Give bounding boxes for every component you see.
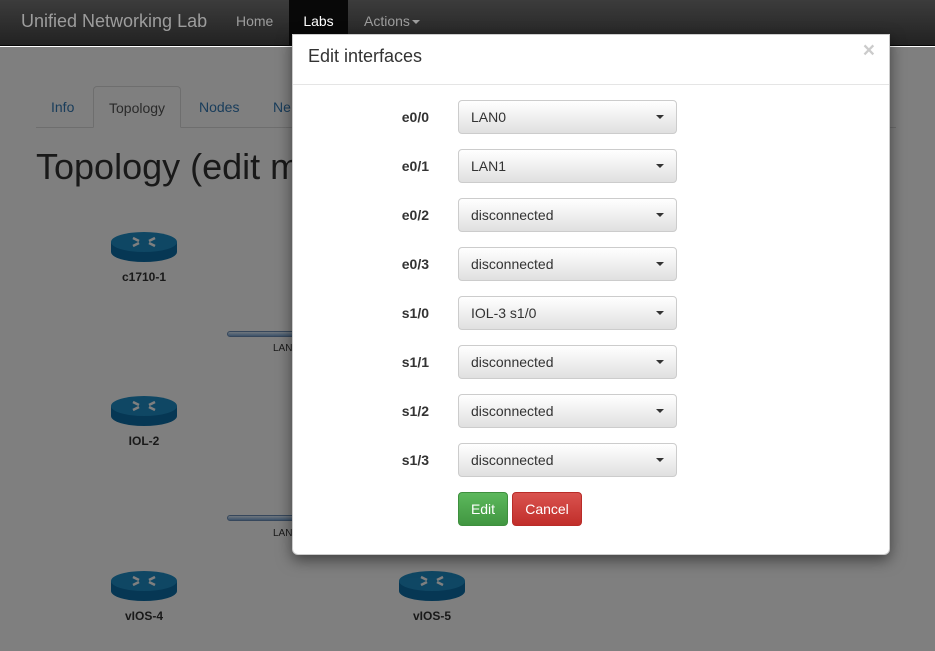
interface-row: e0/0 LAN0	[293, 100, 889, 134]
chevron-down-icon	[656, 213, 664, 217]
interface-label: s1/2	[401, 403, 429, 419]
interface-select[interactable]: disconnected	[458, 198, 677, 232]
edit-button[interactable]: Edit	[458, 492, 508, 526]
chevron-down-icon	[656, 360, 664, 364]
interface-row: e0/1 LAN1	[293, 149, 889, 183]
select-value: disconnected	[471, 452, 554, 468]
chevron-down-icon	[656, 115, 664, 119]
interface-label: e0/0	[401, 109, 429, 125]
select-value: IOL-3 s1/0	[471, 305, 537, 321]
interface-label: s1/3	[401, 452, 429, 468]
interface-row: s1/0 IOL-3 s1/0	[293, 296, 889, 330]
interface-select[interactable]: IOL-3 s1/0	[458, 296, 677, 330]
interface-select[interactable]: disconnected	[458, 443, 677, 477]
interface-select[interactable]: disconnected	[458, 247, 677, 281]
interface-label: s1/0	[401, 305, 429, 321]
chevron-down-icon	[656, 311, 664, 315]
interface-select[interactable]: disconnected	[458, 345, 677, 379]
interface-select[interactable]: LAN1	[458, 149, 677, 183]
chevron-down-icon	[656, 262, 664, 266]
modal-header: Edit interfaces ×	[293, 35, 889, 85]
edit-interfaces-modal: Edit interfaces × e0/0 LAN0 e0/1 LAN1 e0…	[292, 34, 890, 555]
select-value: LAN1	[471, 158, 507, 174]
chevron-down-icon	[656, 458, 664, 462]
cancel-button[interactable]: Cancel	[512, 492, 582, 526]
interface-row: e0/3 disconnected	[293, 247, 889, 281]
select-value: disconnected	[471, 207, 554, 223]
select-value: disconnected	[471, 354, 554, 370]
interface-row: s1/3 disconnected	[293, 443, 889, 477]
interface-row: e0/2 disconnected	[293, 198, 889, 232]
nav-actions-label: Actions	[364, 13, 410, 29]
chevron-down-icon	[656, 164, 664, 168]
chevron-down-icon	[411, 20, 420, 25]
interface-select[interactable]: disconnected	[458, 394, 677, 428]
interface-row: s1/1 disconnected	[293, 345, 889, 379]
chevron-down-icon	[656, 409, 664, 413]
select-value: LAN0	[471, 109, 507, 125]
interface-row: s1/2 disconnected	[293, 394, 889, 428]
select-value: disconnected	[471, 403, 554, 419]
modal-title: Edit interfaces	[308, 46, 423, 66]
interface-label: e0/1	[401, 158, 429, 174]
interface-label: e0/3	[401, 256, 429, 272]
brand-title[interactable]: Unified Networking Lab	[21, 11, 207, 32]
nav-home[interactable]: Home	[236, 0, 273, 46]
select-value: disconnected	[471, 256, 554, 272]
interface-label: s1/1	[401, 354, 429, 370]
interface-label: e0/2	[401, 207, 429, 223]
interface-select[interactable]: LAN0	[458, 100, 677, 134]
close-icon[interactable]: ×	[863, 39, 875, 63]
